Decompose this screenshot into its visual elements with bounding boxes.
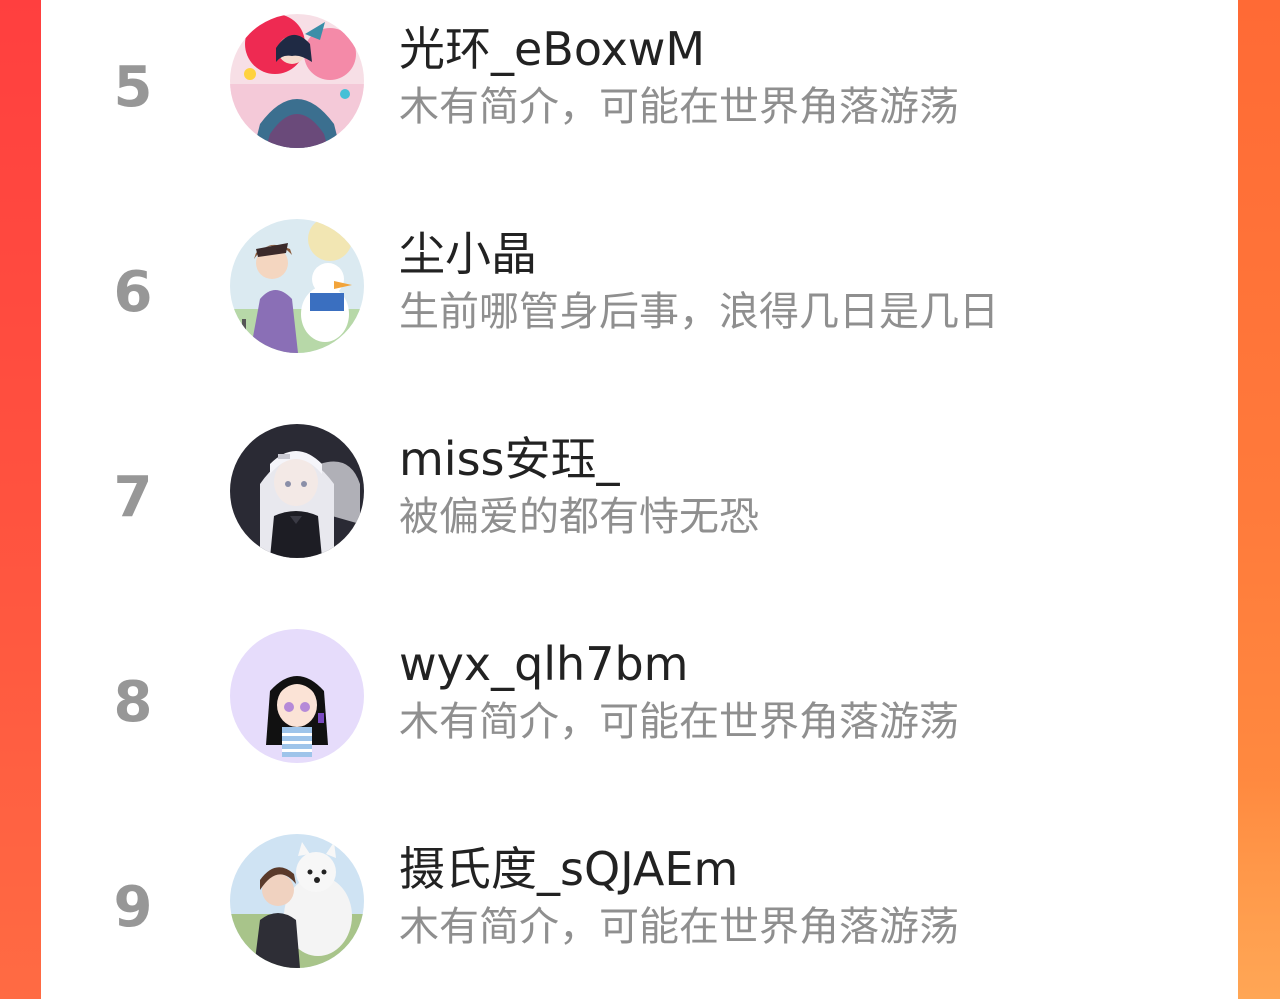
ranking-page: 5 光环_eBoxwM 木有简介，可能在世界角落游荡 6 尘小晶 生前哪管身后事… [0, 0, 1280, 999]
rank-number: 6 [113, 260, 153, 325]
user-name: wyx_qlh7bm [399, 637, 689, 691]
ranking-item-7[interactable]: 7 miss安珏_ 被偏爱的都有恃无恐 [41, 410, 1238, 615]
user-bio: 生前哪管身后事，浪得几日是几日 [399, 289, 999, 335]
anime-girl-red-avatar-icon[interactable] [230, 14, 364, 148]
user-name: 摄氏度_sQJAEm [399, 842, 739, 896]
chibi-girl-avatar-icon[interactable] [230, 629, 364, 763]
user-bio: 木有简介，可能在世界角落游荡 [399, 84, 959, 130]
left-accent-border [0, 0, 41, 999]
anime-white-hair-avatar-icon[interactable] [230, 424, 364, 558]
ranking-item-9[interactable]: 9 摄氏度_sQJAEm 木有简介，可能在世界角落游荡 [41, 820, 1238, 999]
rank-number: 5 [113, 55, 153, 120]
user-name: 尘小晶 [399, 227, 537, 281]
user-name: 光环_eBoxwM [399, 22, 706, 76]
anime-girl-dog-avatar-icon[interactable] [230, 834, 364, 968]
ranking-item-6[interactable]: 6 尘小晶 生前哪管身后事，浪得几日是几日 [41, 205, 1238, 410]
user-bio: 木有简介，可能在世界角落游荡 [399, 904, 959, 950]
user-bio: 木有简介，可能在世界角落游荡 [399, 699, 959, 745]
ranking-item-8[interactable]: 8 wyx_qlh7bm 木有简介，可能在世界角落游荡 [41, 615, 1238, 820]
ranking-item-5[interactable]: 5 光环_eBoxwM 木有简介，可能在世界角落游荡 [41, 0, 1238, 205]
rank-number: 8 [113, 670, 153, 735]
anime-boy-duck-avatar-icon[interactable] [230, 219, 364, 353]
ranking-panel: 5 光环_eBoxwM 木有简介，可能在世界角落游荡 6 尘小晶 生前哪管身后事… [41, 0, 1238, 999]
user-bio: 被偏爱的都有恃无恐 [399, 494, 759, 540]
right-accent-border [1238, 0, 1280, 999]
user-name: miss安珏_ [399, 432, 620, 486]
rank-number: 9 [113, 875, 153, 940]
rank-number: 7 [113, 465, 153, 530]
